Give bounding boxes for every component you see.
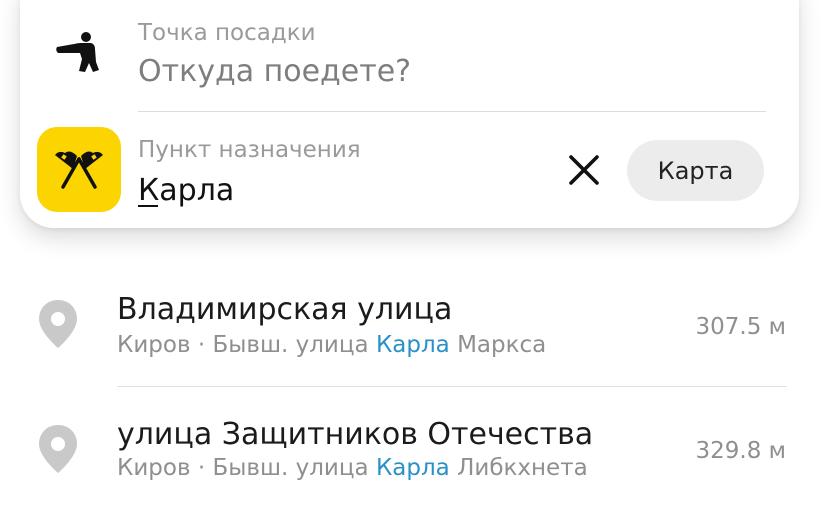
suggestion-separator: · — [197, 455, 206, 481]
suggestion-match-highlight: Карла — [375, 332, 450, 358]
suggestion-distance: 307.5 м — [695, 314, 786, 340]
clear-button[interactable] — [564, 150, 604, 190]
suggestion-separator: · — [197, 332, 206, 358]
map-button[interactable]: Карта — [627, 140, 764, 201]
suggestion-former-suffix: Маркса — [457, 332, 547, 358]
suggestion-subtitle: Киров · Бывш. улица Карла Либкхнета — [117, 455, 588, 481]
suggestion-subtitle: Киров · Бывш. улица Карла Маркса — [117, 332, 546, 358]
location-pin-icon — [37, 298, 79, 350]
field-divider — [138, 111, 766, 112]
suggestion-item[interactable]: Владимирская улица Киров · Бывш. улица К… — [0, 280, 820, 380]
suggestion-item[interactable]: улица Защитников Отечества Киров · Бывш.… — [0, 405, 820, 505]
text-cursor — [138, 205, 158, 207]
location-pin-icon — [37, 423, 79, 475]
checkered-flags-icon — [55, 151, 103, 189]
destination-badge — [37, 127, 121, 212]
suggestion-former-prefix: Бывш. улица — [212, 332, 369, 358]
suggestion-former-suffix: Либкхнета — [457, 455, 588, 481]
pickup-input[interactable]: Откуда поедете? — [138, 54, 411, 89]
suggestion-city: Киров — [117, 455, 191, 481]
suggestion-city: Киров — [117, 332, 191, 358]
suggestion-distance: 329.8 м — [695, 438, 786, 464]
pickup-label: Точка посадки — [138, 20, 316, 46]
suggestion-title: улица Защитников Отечества — [117, 417, 594, 452]
suggestion-title: Владимирская улица — [117, 292, 453, 327]
suggestion-former-prefix: Бывш. улица — [212, 455, 369, 481]
list-divider — [117, 386, 787, 387]
destination-label: Пункт назначения — [138, 137, 361, 163]
close-icon — [569, 155, 599, 185]
suggestion-match-highlight: Карла — [375, 455, 450, 481]
destination-input[interactable] — [138, 168, 538, 212]
pointing-person-icon — [54, 32, 100, 74]
